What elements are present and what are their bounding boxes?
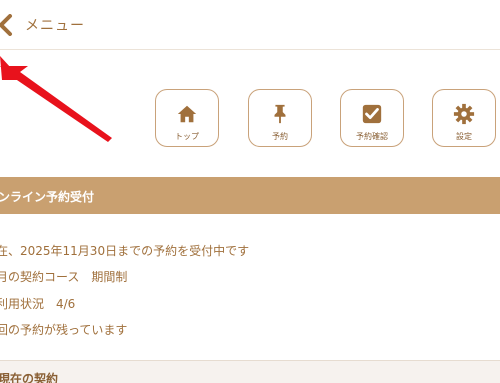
nav-tile-label: トップ bbox=[175, 132, 199, 141]
current-contract-header: 現在の契約 bbox=[0, 360, 500, 383]
usage-status-text: 利用状況 4/6 bbox=[0, 297, 76, 311]
menu-page: メニュー トップ 予約 予約確認 設定 ンライン予約受付 在、2025年11月3… bbox=[0, 0, 500, 383]
home-icon bbox=[177, 105, 197, 123]
pin-icon bbox=[274, 104, 286, 124]
chevron-left-icon[interactable] bbox=[0, 14, 14, 36]
nav-tile-label: 予約確認 bbox=[356, 132, 388, 141]
gear-icon bbox=[453, 103, 475, 125]
header: メニュー bbox=[0, 0, 500, 50]
online-booking-header: ンライン予約受付 bbox=[0, 177, 500, 214]
nav-tile-label: 設定 bbox=[456, 132, 472, 141]
page-title: メニュー bbox=[25, 18, 85, 34]
remaining-bookings-text: 回の予約が残っています bbox=[0, 323, 128, 337]
nav-tile-label: 予約 bbox=[272, 132, 288, 141]
nav-tile-reserve[interactable]: 予約 bbox=[248, 89, 312, 147]
booking-period-text: 在、2025年11月30日までの予約を受付中です bbox=[0, 244, 250, 258]
annotation-arrow bbox=[0, 56, 112, 142]
contract-course-text: 月の契約コース 期間制 bbox=[0, 270, 128, 284]
section-title: ンライン予約受付 bbox=[0, 190, 95, 204]
check-square-icon bbox=[362, 104, 382, 124]
section-title: 現在の契約 bbox=[0, 372, 59, 383]
nav-tile-confirm[interactable]: 予約確認 bbox=[340, 89, 404, 147]
nav-tile-settings[interactable]: 設定 bbox=[432, 89, 496, 147]
nav-tile-top[interactable]: トップ bbox=[155, 89, 219, 147]
